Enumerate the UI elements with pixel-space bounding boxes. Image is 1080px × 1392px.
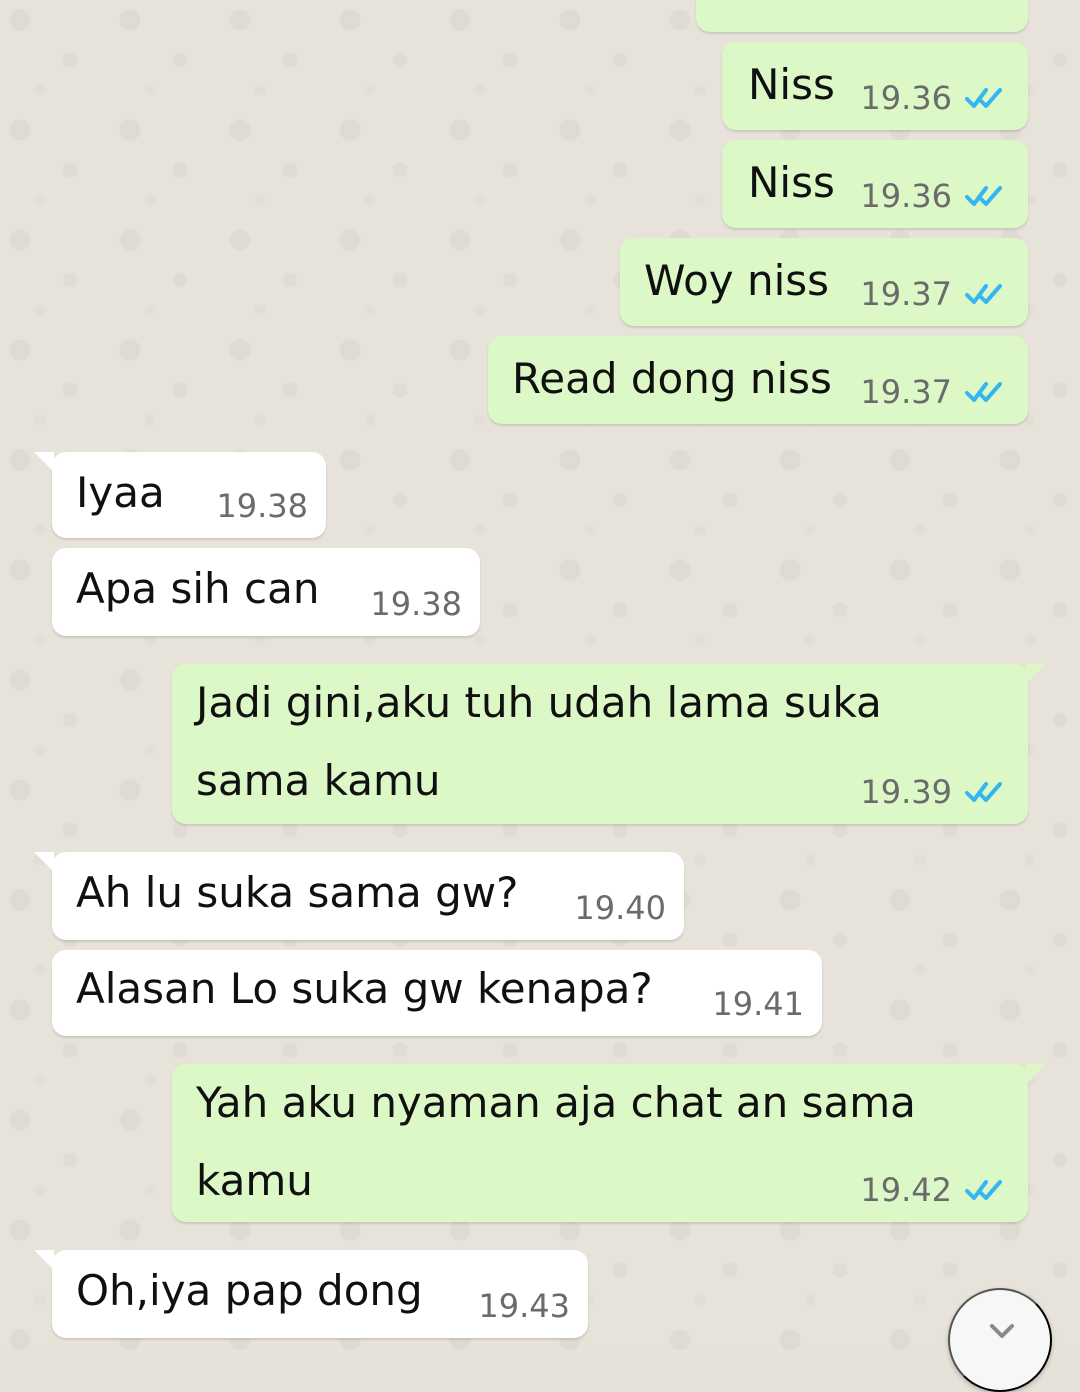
double-check-icon xyxy=(965,1180,1002,1200)
double-check-icon xyxy=(965,186,1002,206)
message-time: 19.38 xyxy=(216,487,308,525)
message-time: 19.43 xyxy=(478,1287,570,1325)
top-partial-message xyxy=(696,0,1028,32)
message-time: 19.37 xyxy=(860,275,952,313)
message-time: 19.42 xyxy=(860,1171,952,1209)
message-time: 19.36 xyxy=(860,177,952,215)
message-in-oh-iya: Oh,iya pap dong 19.43 xyxy=(34,1250,588,1338)
message-in-alasan: Alasan Lo suka gw kenapa? 19.41 xyxy=(52,950,822,1036)
message-time: 19.37 xyxy=(860,373,952,411)
message-meta: 19.36 xyxy=(860,82,1006,114)
double-check-icon xyxy=(965,284,1002,304)
message-time: 19.39 xyxy=(860,773,952,811)
message-meta: 19.39 xyxy=(860,776,1006,808)
message-in-iyaa: Iyaa 19.38 xyxy=(34,452,326,538)
message-out-yah-aku: Yah aku nyaman aja chat an sama kamu 19.… xyxy=(172,1064,1046,1222)
message-text: Apa sih can xyxy=(76,564,320,613)
message-meta: 19.38 xyxy=(370,588,462,620)
message-out-woy-niss: Woy niss 19.37 xyxy=(620,238,1028,326)
message-meta: 19.36 xyxy=(860,180,1006,212)
message-text: Iyaa xyxy=(76,468,165,517)
message-text: Jadi gini,aku tuh udah lama suka sama ka… xyxy=(196,678,896,805)
message-out-niss-1: Niss 19.36 xyxy=(722,42,1028,130)
scroll-down-button[interactable] xyxy=(948,1288,1052,1392)
message-meta: 19.40 xyxy=(574,892,666,924)
message-meta: 19.42 xyxy=(860,1174,1006,1206)
message-out-niss-2: Niss 19.36 xyxy=(722,140,1028,228)
double-check-icon xyxy=(965,782,1002,802)
double-check-icon xyxy=(965,88,1002,108)
message-text: Alasan Lo suka gw kenapa? xyxy=(76,964,653,1013)
message-in-apa-sih-can: Apa sih can 19.38 xyxy=(52,548,480,636)
message-meta: 19.37 xyxy=(860,278,1006,310)
message-meta: 19.37 xyxy=(860,376,1006,408)
message-time: 19.38 xyxy=(370,585,462,623)
message-meta: 19.43 xyxy=(478,1290,570,1322)
chevron-down-icon xyxy=(990,1324,1014,1338)
message-out-read-dong-niss: Read dong niss 19.37 xyxy=(488,336,1028,424)
message-time: 19.41 xyxy=(712,985,804,1023)
message-meta: 19.38 xyxy=(216,490,308,522)
message-text: Read dong niss xyxy=(512,354,832,403)
message-in-ah-lu-suka: Ah lu suka sama gw? 19.40 xyxy=(34,852,684,940)
message-text: Woy niss xyxy=(644,256,830,305)
message-time: 19.40 xyxy=(574,889,666,927)
double-check-icon xyxy=(965,382,1002,402)
message-text: Niss xyxy=(748,60,835,109)
message-out-jadi-gini: Jadi gini,aku tuh udah lama suka sama ka… xyxy=(172,664,1046,824)
message-text: Ah lu suka sama gw? xyxy=(76,868,519,917)
message-text: Yah aku nyaman aja chat an sama kamu xyxy=(196,1078,930,1205)
message-text: Niss xyxy=(748,158,835,207)
message-meta: 19.41 xyxy=(712,988,804,1020)
message-text: Oh,iya pap dong xyxy=(76,1266,423,1315)
message-time: 19.36 xyxy=(860,79,952,117)
